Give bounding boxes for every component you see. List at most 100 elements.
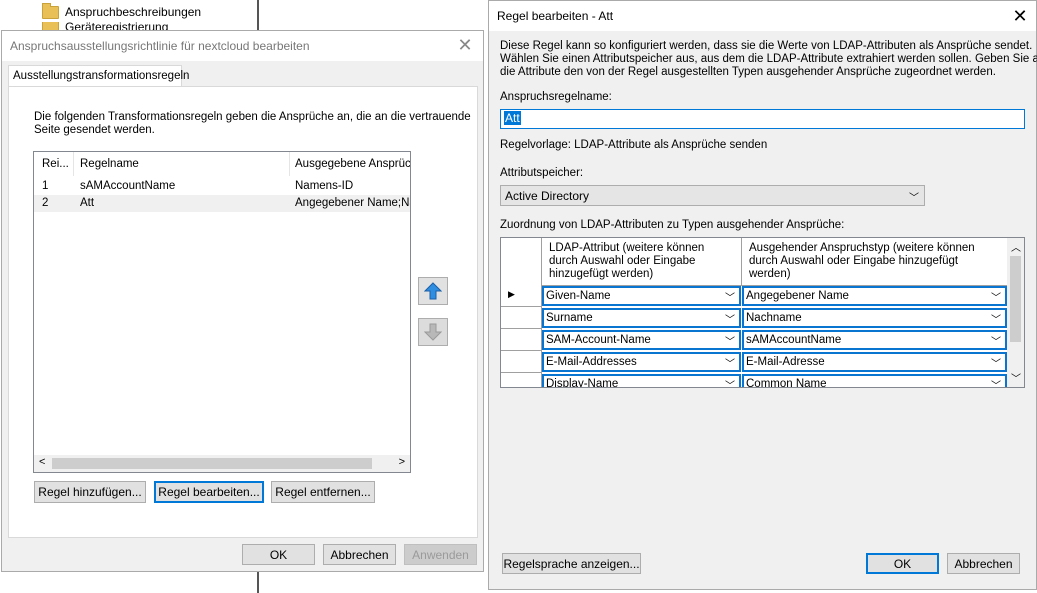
- header-line: LDAP-Attribut (weitere können: [549, 242, 705, 254]
- row-header[interactable]: [501, 373, 542, 387]
- ldap-attribute-select[interactable]: Display-Name ﹀: [542, 374, 741, 388]
- rule-order: 2: [42, 197, 49, 209]
- titlebar: Regel bearbeiten - Att ✕: [489, 1, 1036, 31]
- cell-value: Nachname: [746, 312, 802, 324]
- rules-description-line2: Seite gesendet werden.: [34, 124, 155, 136]
- tab-issuance-transform-rules[interactable]: Ausstellungstransformationsregeln: [8, 65, 189, 87]
- vertical-scrollbar[interactable]: ︿ ﹀: [1007, 238, 1024, 387]
- table-row[interactable]: 1 sAMAccountName Namens-ID: [34, 178, 410, 195]
- claim-type-select[interactable]: E-Mail-Adresse ﹀: [742, 352, 1007, 372]
- tree-item-label: Anspruchbeschreibungen: [65, 5, 202, 19]
- cell-value: SAM-Account-Name: [546, 334, 651, 346]
- ldap-mapping-grid[interactable]: LDAP-Attribut (weitere können durch Ausw…: [500, 237, 1025, 388]
- arrow-down-icon: [424, 323, 442, 341]
- pane-divider: [257, 0, 259, 30]
- header-line: Ausgehender Anspruchstyp (weitere können: [749, 242, 975, 254]
- rule-description-line3: die Attribute den von der Regel ausgeste…: [500, 66, 996, 78]
- rule-template-text: Regelvorlage: LDAP-Attribute als Ansprüc…: [500, 139, 768, 151]
- remove-rule-button[interactable]: Regel entfernen...: [271, 481, 375, 503]
- ldap-attribute-select[interactable]: E-Mail-Addresses ﹀: [542, 352, 741, 372]
- rule-claims: Angegebener Name;Nac: [295, 197, 411, 209]
- table-row-selected[interactable]: 2 Att Angegebener Name;Nac: [34, 195, 410, 212]
- move-down-button[interactable]: [418, 318, 448, 346]
- chevron-down-icon: ﹀: [725, 315, 735, 326]
- chevron-down-icon: ﹀: [991, 293, 1001, 304]
- rule-name: Att: [80, 197, 95, 209]
- rules-description-line1: Die folgenden Transformationsregeln gebe…: [34, 111, 471, 123]
- claim-type-select[interactable]: Nachname ﹀: [742, 308, 1007, 328]
- close-icon[interactable]: ✕: [455, 35, 475, 55]
- claim-type-select[interactable]: Common Name ﹀: [742, 374, 1007, 388]
- ok-button[interactable]: OK: [242, 544, 315, 565]
- rule-name: sAMAccountName: [80, 180, 176, 192]
- chevron-down-icon: ﹀: [725, 293, 735, 304]
- folder-icon: [42, 2, 59, 19]
- column-header-issued-claims[interactable]: Ausgegebene Ansprüch: [295, 158, 410, 170]
- chevron-down-icon: ﹀: [991, 337, 1001, 348]
- cancel-button[interactable]: Abbrechen: [323, 544, 396, 565]
- row-header[interactable]: [501, 351, 542, 373]
- current-row-arrow-icon: ▶: [508, 289, 515, 299]
- chevron-down-icon: ﹀: [725, 337, 735, 348]
- attribute-store-select[interactable]: Active Directory ﹀: [500, 185, 925, 206]
- pane-divider: [257, 572, 259, 593]
- chevron-down-icon: ﹀: [991, 381, 1001, 388]
- row-header[interactable]: [501, 307, 542, 329]
- chevron-down-icon: ﹀: [725, 381, 735, 388]
- close-icon[interactable]: ✕: [1010, 6, 1030, 26]
- move-up-button[interactable]: [418, 277, 448, 305]
- attribute-store-label: Attributspeicher:: [500, 167, 584, 179]
- column-header-outgoing-claim: Ausgehender Anspruchstyp (weitere können…: [742, 238, 1008, 286]
- edit-rule-button[interactable]: Regel bearbeiten...: [154, 481, 264, 503]
- scrollbar-thumb[interactable]: [52, 458, 372, 469]
- attribute-store-value: Active Directory: [505, 189, 590, 203]
- rule-name-input[interactable]: Att: [500, 109, 1025, 129]
- chevron-down-icon: ﹀: [991, 315, 1001, 326]
- rule-order: 1: [42, 180, 49, 192]
- rules-list[interactable]: Rei... Regelname Ausgegebene Ansprüch 1 …: [33, 151, 411, 473]
- titlebar: Anspruchsausstellungsrichtlinie für next…: [2, 31, 483, 61]
- row-header-current[interactable]: ▶: [501, 285, 542, 307]
- cell-value: E-Mail-Adresse: [746, 356, 825, 368]
- scroll-down-icon[interactable]: ﹀: [1011, 370, 1021, 385]
- rule-name-value: Att: [504, 111, 521, 125]
- horizontal-scrollbar[interactable]: < >: [34, 455, 410, 472]
- cell-value: Display-Name: [546, 378, 619, 388]
- ok-button[interactable]: OK: [866, 553, 939, 574]
- tree-item-claim-descriptions[interactable]: Anspruchbeschreibungen: [42, 2, 202, 20]
- chevron-down-icon: ﹀: [909, 193, 919, 204]
- ldap-attribute-select[interactable]: SAM-Account-Name ﹀: [542, 330, 741, 350]
- cell-value: Given-Name: [546, 290, 611, 302]
- ldap-attribute-select[interactable]: Given-Name ﹀: [542, 286, 741, 306]
- header-line: werden): [749, 268, 791, 280]
- dialog-title: Regel bearbeiten - Att: [497, 9, 614, 23]
- column-header-order[interactable]: Rei...: [42, 158, 69, 170]
- scroll-left-icon[interactable]: <: [39, 456, 45, 468]
- cell-value: sAMAccountName: [746, 334, 842, 346]
- chevron-down-icon: ﹀: [725, 359, 735, 370]
- view-rule-language-button[interactable]: Regelsprache anzeigen...: [502, 553, 641, 574]
- scroll-up-icon[interactable]: ︿: [1011, 239, 1021, 254]
- claim-type-select[interactable]: Angegebener Name ﹀: [742, 286, 1007, 306]
- cancel-button[interactable]: Abbrechen: [947, 553, 1020, 574]
- header-line: hinzugefügt werden): [549, 268, 654, 280]
- tab-label: Ausstellungstransformationsregeln: [13, 70, 190, 82]
- cell-value: Angegebener Name: [746, 290, 849, 302]
- scroll-right-icon[interactable]: >: [399, 456, 405, 468]
- row-header[interactable]: [501, 329, 542, 351]
- rule-description-line2: Wählen Sie einen Attributspeicher aus, a…: [500, 53, 1037, 65]
- rule-name-label: Anspruchsregelname:: [500, 91, 612, 103]
- grid-corner-header: [501, 238, 542, 286]
- ldap-attribute-select[interactable]: Surname ﹀: [542, 308, 741, 328]
- cell-value: Surname: [546, 312, 593, 324]
- claim-type-select[interactable]: sAMAccountName ﹀: [742, 330, 1007, 350]
- add-rule-button[interactable]: Regel hinzufügen...: [34, 481, 146, 503]
- arrow-up-icon: [424, 282, 442, 300]
- column-header-rule-name[interactable]: Regelname: [80, 158, 139, 170]
- scrollbar-thumb[interactable]: [1010, 256, 1021, 342]
- apply-button[interactable]: Anwenden: [404, 544, 477, 565]
- rule-claims: Namens-ID: [295, 180, 354, 192]
- dialog-title: Anspruchsausstellungsrichtlinie für next…: [10, 39, 310, 53]
- header-line: durch Auswahl oder Eingabe: [549, 255, 696, 267]
- rule-description-line1: Diese Regel kann so konfiguriert werden,…: [500, 40, 1033, 52]
